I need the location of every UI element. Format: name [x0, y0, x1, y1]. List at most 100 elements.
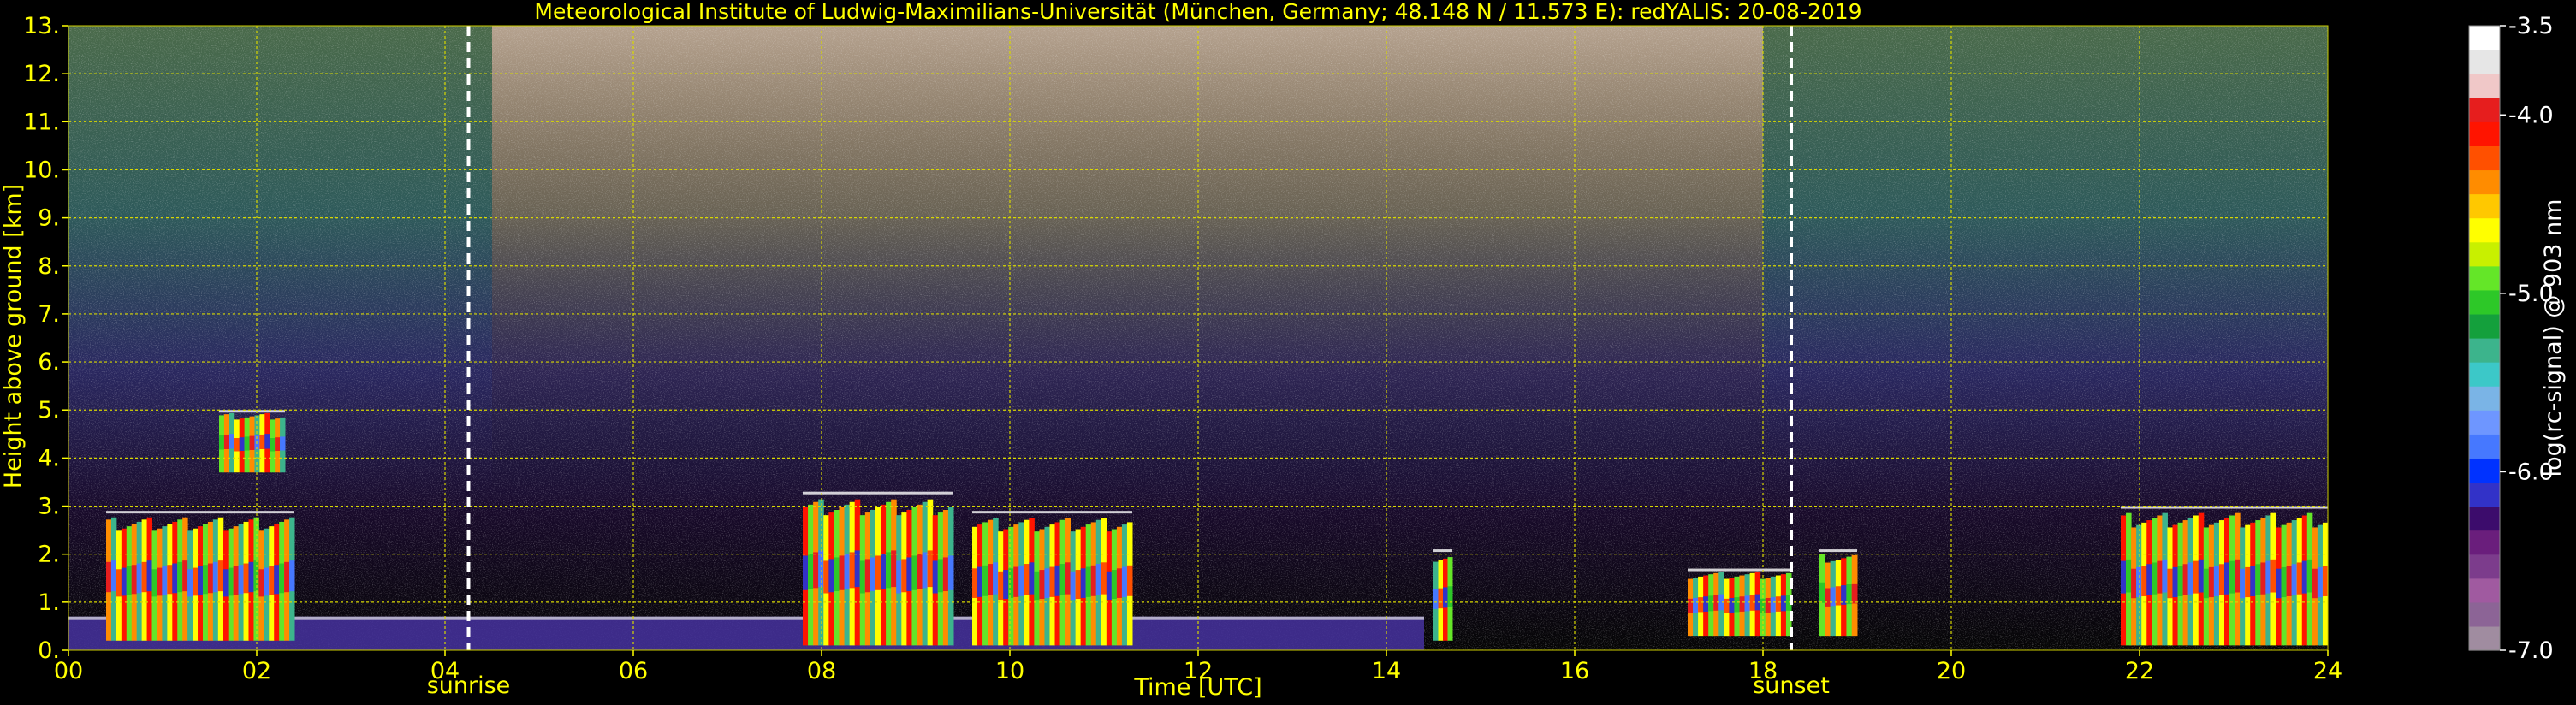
feature-band [2213, 566, 2220, 596]
y-tick-label: 5. [38, 397, 60, 424]
colorbar-tick-label: -3.5 [2508, 13, 2554, 39]
feature-band [1085, 566, 1092, 597]
feature-band [223, 569, 229, 597]
feature-edge [972, 511, 1132, 514]
feature-band [1770, 597, 1777, 613]
feature-band [1054, 565, 1061, 596]
colorbar-cell [2469, 265, 2500, 291]
feature-band [1775, 596, 1782, 612]
feature-band [1111, 570, 1118, 600]
feature-band [1029, 562, 1035, 595]
feature-band [284, 561, 290, 593]
feature-band [849, 552, 856, 589]
y-tick-label: 2. [38, 542, 60, 568]
feature-band [2229, 560, 2235, 594]
feature-band [870, 557, 876, 592]
colorbar-cell [2469, 217, 2500, 243]
feature-band [2312, 568, 2318, 599]
x-tick-label: 02 [242, 658, 271, 684]
y-tick-label: 1. [38, 589, 60, 616]
feature-edge [803, 491, 953, 495]
feature-band [275, 437, 281, 451]
y-axis-ticks: 0. 1. 2. 3. 4. 5. 6. 7. 8. 9. 10. 11. 12. 13. [23, 13, 68, 664]
feature-band [993, 562, 999, 595]
x-tick-label: 16 [1560, 658, 1589, 684]
feature-band [932, 560, 939, 594]
feature-band [2270, 559, 2276, 593]
feature-band [1065, 562, 1071, 595]
feature-band [151, 569, 157, 597]
y-tick-label: 13. [23, 13, 60, 39]
y-tick-label: 4. [38, 445, 60, 471]
feature-band [2218, 564, 2225, 595]
colorbar-cells [2469, 26, 2500, 651]
feature-band [162, 566, 168, 595]
feature-1 [106, 511, 295, 641]
x-tick-label: 06 [619, 658, 648, 684]
feature-band [2265, 560, 2271, 594]
feature-band [2198, 559, 2205, 593]
feature-band [1708, 595, 1714, 612]
colorbar-tick-label: -4.0 [2508, 102, 2554, 128]
feature-band [238, 565, 245, 595]
feature-band [202, 565, 209, 595]
feature-band [988, 564, 994, 595]
feature-band [1780, 595, 1787, 612]
feature-band [2235, 559, 2241, 593]
colorbar-cell [2469, 241, 2500, 267]
feature-band [2172, 566, 2179, 598]
colorbar-cell [2469, 410, 2500, 435]
feature-band [1739, 596, 1746, 612]
feature-band [1688, 598, 1694, 613]
feature-band [2162, 559, 2168, 593]
feature-band [2301, 560, 2308, 594]
feature-band [121, 567, 128, 596]
feature-band [2255, 564, 2261, 595]
feature-band [1095, 564, 1102, 595]
colorbar-cell [2469, 313, 2500, 339]
colorbar-cell [2469, 578, 2500, 603]
feature-band [1003, 570, 1009, 600]
x-tick-label: 18 [1748, 658, 1778, 684]
feature-band [110, 560, 117, 592]
colorbar-cell [2469, 74, 2500, 98]
feature-band [223, 434, 230, 449]
colorbar-cell [2469, 289, 2500, 315]
feature-band [2182, 564, 2189, 595]
feature-band [1729, 597, 1735, 613]
y-tick-label: 8. [38, 253, 60, 280]
feature-band [264, 567, 270, 596]
colorbar-cell [2469, 121, 2500, 146]
colorbar-label: log(rc-signal) @ 903 nm [2540, 199, 2567, 477]
feature-band [219, 435, 225, 450]
feature-edge [106, 511, 294, 514]
feature-band [259, 434, 265, 449]
feature-band [1090, 565, 1097, 596]
feature-band [229, 434, 235, 449]
feature-band [1846, 584, 1853, 605]
colorbar: -3.5-4.0-5.0-6.0-7.0 log(rc-signal) @ 90… [2468, 13, 2567, 664]
feature-band [228, 567, 234, 596]
feature-band [881, 554, 887, 589]
feature-band [1059, 564, 1066, 595]
feature-band [177, 561, 183, 593]
feature-edge [1819, 549, 1857, 553]
feature-band [922, 552, 929, 589]
feature-band [2286, 566, 2293, 596]
feature-band [167, 565, 173, 595]
feature-band [1433, 589, 1439, 609]
feature-band [886, 552, 892, 589]
feature-band [146, 560, 153, 592]
x-tick-label: 22 [2125, 658, 2154, 684]
feature-band [808, 554, 814, 589]
feature-band [1698, 597, 1704, 613]
feature-band [254, 435, 260, 450]
feature-band [2141, 566, 2147, 596]
colorbar-cell [2469, 169, 2500, 195]
feature-band [1075, 570, 1082, 600]
colorbar-cell [2469, 145, 2500, 171]
feature-band [906, 557, 912, 592]
y-tick-label: 6. [38, 349, 60, 376]
feature-band [2152, 562, 2158, 595]
feature-band [172, 563, 178, 594]
